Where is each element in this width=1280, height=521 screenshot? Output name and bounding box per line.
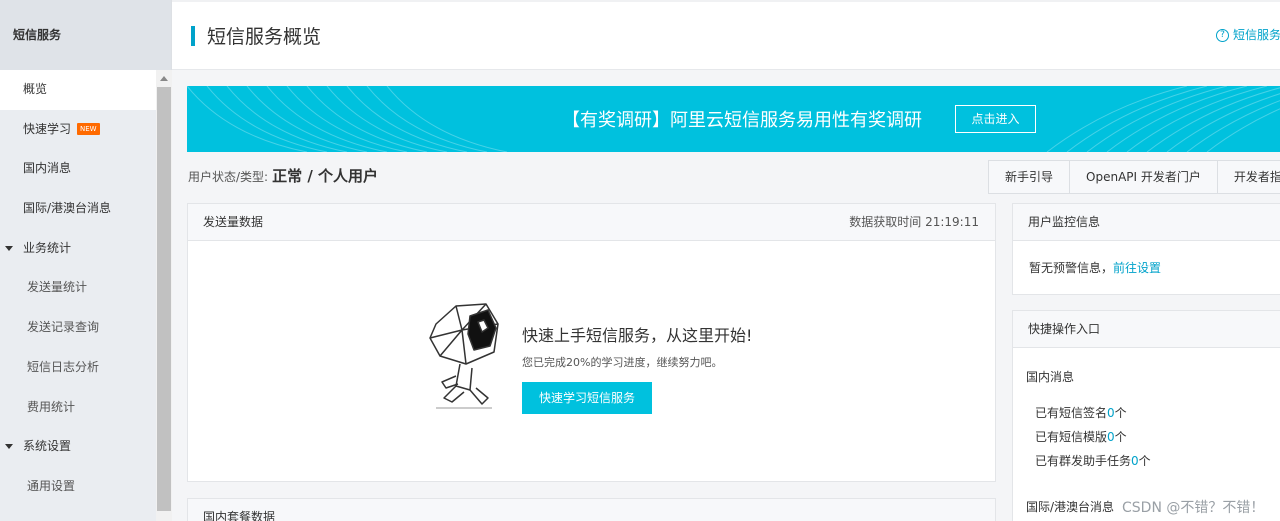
user-monitor-panel: 用户监控信息 暂无预警信息，前往设置 bbox=[1012, 203, 1280, 295]
package-data-panel: 国内套餐数据 bbox=[187, 498, 996, 521]
title-accent-bar bbox=[191, 26, 195, 46]
resource-tabs: 新手引导 OpenAPI 开发者门户 开发者指南 bbox=[988, 160, 1280, 194]
sidebar-scrollbar[interactable] bbox=[156, 70, 172, 521]
quick-learn-button[interactable]: 快速学习短信服务 bbox=[522, 382, 652, 414]
bulk-task-count[interactable]: 0 bbox=[1131, 454, 1139, 468]
scroll-thumb[interactable] bbox=[157, 87, 171, 511]
signature-count-line[interactable]: 已有短信签名0个 bbox=[1035, 404, 1127, 421]
sidebar-item-cost-stats[interactable]: 费用统计 bbox=[0, 388, 156, 428]
signature-count[interactable]: 0 bbox=[1107, 406, 1115, 420]
sidebar-item-label: 概览 bbox=[23, 82, 48, 96]
banner-text: 【有奖调研】阿里云短信服务易用性有奖调研 bbox=[562, 110, 922, 131]
sidebar-item-overview[interactable]: 概览 bbox=[0, 70, 156, 110]
sidebar-item-domestic[interactable]: 国内消息 bbox=[0, 149, 156, 189]
panel-title: 发送量数据 bbox=[203, 215, 264, 229]
tab-developer-guide[interactable]: 开发者指南 bbox=[1216, 160, 1280, 194]
sidebar-item-log-analysis[interactable]: 短信日志分析 bbox=[0, 348, 156, 388]
help-link[interactable]: ? 短信服务 bbox=[1216, 26, 1280, 43]
line-label: 已有短信模版 bbox=[1035, 430, 1108, 444]
goto-settings-link[interactable]: 前往设置 bbox=[1113, 261, 1161, 275]
sidebar-item-label: 国内消息 bbox=[23, 161, 72, 176]
panel-header: 快捷操作入口 bbox=[1013, 311, 1280, 348]
caret-down-icon bbox=[5, 245, 13, 251]
sidebar-item-label: 短信日志分析 bbox=[27, 359, 100, 374]
tab-beginner-guide[interactable]: 新手引导 bbox=[988, 160, 1071, 194]
caret-down-icon bbox=[5, 444, 13, 450]
sidebar-item-label: 系统设置 bbox=[23, 439, 72, 454]
intl-section-title: 国际/港澳台消息 bbox=[1026, 500, 1115, 514]
line-unit: 个 bbox=[1114, 430, 1127, 444]
sidebar-item-quick-learn[interactable]: 快速学习 NEW bbox=[0, 110, 156, 150]
robot-illustration bbox=[429, 303, 499, 409]
promo-title: 快速上手短信服务，从这里开始! bbox=[522, 326, 753, 345]
sidebar-title: 短信服务 bbox=[0, 0, 171, 70]
help-icon: ? bbox=[1216, 29, 1229, 42]
user-status-value: 正常 / 个人用户 bbox=[272, 167, 379, 185]
send-volume-panel: 发送量数据 数据获取时间 21:19:11 快速上手短信服务，从这里开始! 您已… bbox=[187, 203, 996, 482]
bulk-task-count-line[interactable]: 已有群发助手任务0个 bbox=[1035, 452, 1151, 469]
sidebar-group-system-settings[interactable]: 系统设置 bbox=[0, 427, 156, 467]
monitor-body: 暂无预警信息，前往设置 bbox=[1013, 241, 1280, 276]
template-count-line[interactable]: 已有短信模版0个 bbox=[1035, 428, 1127, 445]
survey-banner: 【有奖调研】阿里云短信服务易用性有奖调研 点击进入 bbox=[187, 86, 1280, 152]
monitor-text: 暂无预警信息， bbox=[1029, 261, 1114, 275]
fetch-time: 数据获取时间 21:19:11 bbox=[849, 215, 979, 229]
sidebar: 短信服务 概览 快速学习 NEW 国内消息 国际/港澳台消息 业务统计 发送量统计… bbox=[0, 0, 172, 521]
sidebar-item-label: 通用设置 bbox=[27, 478, 76, 493]
domestic-section-title: 国内消息 bbox=[1026, 370, 1075, 384]
sidebar-item-label: 费用统计 bbox=[27, 399, 76, 414]
scroll-up-arrow-icon[interactable] bbox=[160, 76, 168, 81]
sidebar-item-send-stats[interactable]: 发送量统计 bbox=[0, 268, 156, 308]
sidebar-item-international[interactable]: 国际/港澳台消息 bbox=[0, 189, 156, 229]
sidebar-group-business-stats[interactable]: 业务统计 bbox=[0, 229, 156, 269]
panel-title: 用户监控信息 bbox=[1028, 215, 1101, 229]
page-header: 短信服务概览 ? 短信服务 bbox=[172, 2, 1280, 70]
panel-title: 国内套餐数据 bbox=[203, 510, 276, 521]
sidebar-item-label: 国际/港澳台消息 bbox=[23, 201, 112, 216]
tab-openapi-portal[interactable]: OpenAPI 开发者门户 bbox=[1069, 160, 1218, 194]
sidebar-item-label: 发送记录查询 bbox=[27, 320, 100, 335]
line-unit: 个 bbox=[1138, 454, 1151, 468]
panel-header: 用户监控信息 bbox=[1013, 204, 1280, 241]
banner-enter-button[interactable]: 点击进入 bbox=[955, 105, 1036, 133]
sidebar-item-send-records[interactable]: 发送记录查询 bbox=[0, 308, 156, 348]
sidebar-item-label: 发送量统计 bbox=[27, 280, 88, 295]
user-status: 用户状态/类型: 正常 / 个人用户 bbox=[188, 165, 378, 186]
line-label: 已有短信签名 bbox=[1035, 406, 1108, 420]
sidebar-item-label: 业务统计 bbox=[23, 240, 72, 255]
panel-header: 发送量数据 数据获取时间 21:19:11 bbox=[188, 204, 995, 241]
line-label: 已有群发助手任务 bbox=[1035, 454, 1132, 468]
sidebar-item-general-settings[interactable]: 通用设置 bbox=[0, 467, 156, 507]
new-badge: NEW bbox=[77, 123, 100, 136]
panel-header: 国内套餐数据 bbox=[188, 499, 995, 521]
main-content: 短信服务概览 ? 短信服务 【有奖调研】阿里云短信服务易用性有奖调研 点击进入 用… bbox=[172, 0, 1280, 521]
panel-title: 快捷操作入口 bbox=[1028, 322, 1101, 336]
line-unit: 个 bbox=[1114, 406, 1127, 420]
template-count[interactable]: 0 bbox=[1107, 430, 1115, 444]
promo-subtitle: 您已完成20%的学习进度，继续努力吧。 bbox=[522, 356, 723, 369]
sidebar-nav: 概览 快速学习 NEW 国内消息 国际/港澳台消息 业务统计 发送量统计 发送记录… bbox=[0, 70, 156, 507]
quick-actions-panel: 快捷操作入口 国内消息 已有短信签名0个 已有短信模版0个 已有群发助手任务0个… bbox=[1012, 310, 1280, 521]
user-status-label: 用户状态/类型: bbox=[188, 170, 269, 184]
csdn-watermark: CSDN @不错？不错！ bbox=[1122, 500, 1265, 516]
sidebar-item-label: 快速学习 bbox=[23, 121, 72, 136]
page-title: 短信服务概览 bbox=[207, 26, 322, 48]
help-label: 短信服务 bbox=[1233, 28, 1280, 42]
